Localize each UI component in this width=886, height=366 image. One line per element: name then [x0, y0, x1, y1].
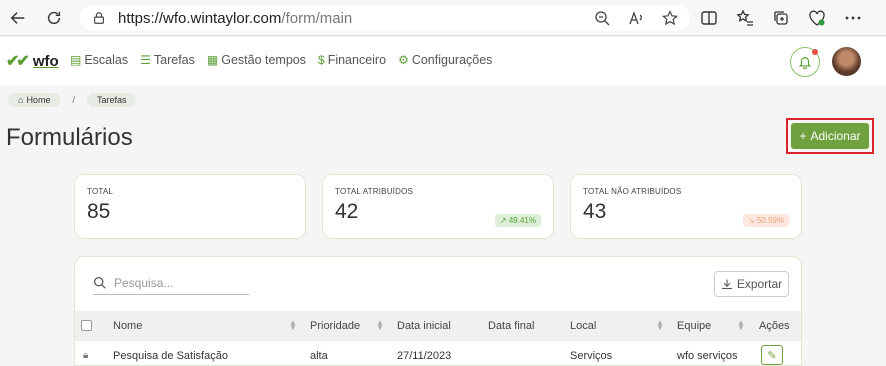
url-path: /form/main	[281, 9, 353, 27]
search-icon	[93, 276, 106, 289]
trend-badge-down: ↘ 50.59%	[742, 214, 789, 227]
stat-label: TOTAL NÃO ATRIBUÍDOS	[583, 187, 682, 196]
reload-icon	[47, 11, 61, 24]
list-icon: ☰	[140, 53, 151, 67]
menu-label: Financeiro	[327, 53, 387, 67]
sort-icon[interactable]: ▲ ▼	[737, 319, 745, 332]
browser-toolbar: https://wfo.wintaylor.com/form/main	[0, 0, 886, 36]
page-title: Formulários	[6, 124, 133, 151]
home-icon: ⌂	[18, 95, 24, 105]
stat-label: TOTAL ATRIBUÍDOS	[335, 187, 414, 196]
export-label: Exportar	[736, 277, 783, 291]
stat-card-atribuidos: TOTAL ATRIBUÍDOS 42 ↗ 49.41%	[322, 174, 554, 239]
breadcrumb-current[interactable]: Tarefas	[86, 93, 137, 107]
badge-value: 50.59%	[756, 216, 784, 225]
browser-essentials-icon[interactable]	[808, 9, 826, 27]
back-button[interactable]	[0, 0, 36, 36]
gear-icon: ⚙	[398, 53, 409, 67]
trend-badge-up: ↗ 49.41%	[494, 214, 541, 227]
favorites-icon[interactable]	[736, 9, 754, 27]
address-bar[interactable]: https://wfo.wintaylor.com/form/main	[80, 5, 690, 31]
url-host: https://wfo.wintaylor.com	[118, 9, 282, 27]
column-header-data-final[interactable]: Data final	[488, 320, 534, 332]
add-button[interactable]: + Adicionar	[791, 123, 869, 149]
menu-item-escalas[interactable]: ▤ Escalas	[70, 53, 128, 67]
zoom-icon[interactable]	[594, 10, 610, 26]
menu-label: Gestão tempos	[221, 53, 306, 67]
sort-icon[interactable]: ▲ ▼	[376, 319, 384, 332]
column-header-acoes: Ações	[759, 320, 790, 332]
lock-icon	[94, 12, 104, 24]
menu-label: Configurações	[411, 53, 493, 67]
trend-up-icon: ↗	[499, 216, 507, 225]
menu-label: Tarefas	[153, 53, 195, 67]
breadcrumb: ⌂ Home / Tarefas	[8, 93, 137, 107]
reload-button[interactable]	[36, 0, 72, 36]
column-header-local[interactable]: Local	[570, 320, 596, 332]
stat-value: 85	[87, 200, 111, 223]
sort-icon[interactable]: ▲ ▼	[289, 319, 297, 332]
more-options-icon[interactable]	[844, 9, 862, 27]
sort-icon[interactable]: ▲ ▼	[656, 319, 664, 332]
search-field[interactable]: Pesquisa...	[93, 271, 249, 295]
dollar-icon: $	[318, 53, 325, 67]
add-button-label: Adicionar	[810, 129, 861, 143]
trend-down-icon: ↘	[747, 216, 755, 225]
calculator-icon: ▦	[206, 53, 219, 67]
main-menu: ▤ Escalas ☰ Tarefas ▦ Gestão tempos $ Fi…	[70, 53, 492, 67]
stat-card-nao-atribuidos: TOTAL NÃO ATRIBUÍDOS 43 ↘ 50.59%	[570, 174, 802, 239]
export-button[interactable]: Exportar	[714, 271, 789, 297]
cell-data-inicial: 27/11/2023	[397, 350, 452, 362]
column-header-data-inicial[interactable]: Data inicial	[397, 320, 451, 332]
menu-item-tarefas[interactable]: ☰ Tarefas	[140, 53, 195, 67]
add-button-highlight: + Adicionar	[786, 118, 874, 154]
favorite-star-icon[interactable]	[662, 10, 678, 26]
logo-mark-icon: ✔✔	[6, 53, 30, 70]
logo-text: wfo	[32, 52, 59, 70]
forms-table-panel: Pesquisa... Exportar Nome ▲ ▼ Prioridade …	[74, 256, 802, 366]
stat-label: TOTAL	[87, 187, 114, 196]
column-header-prioridade[interactable]: Prioridade	[310, 320, 360, 332]
logo[interactable]: ✔✔ wfo	[6, 51, 59, 71]
menu-item-gestao-tempos[interactable]: ▦ Gestão tempos	[207, 53, 306, 67]
pencil-icon: ✎	[767, 349, 777, 362]
table-header: Nome ▲ ▼ Prioridade ▲ ▼ Data inicial Data …	[75, 311, 801, 341]
breadcrumb-separator: /	[72, 95, 75, 105]
app-header: ✔✔ wfo ▤ Escalas ☰ Tarefas ▦ Gestão temp…	[0, 37, 886, 87]
select-all-checkbox[interactable]	[81, 320, 92, 331]
column-header-nome[interactable]: Nome	[113, 320, 142, 332]
menu-label: Escalas	[84, 53, 129, 67]
calendar-icon: ▤	[70, 53, 82, 67]
read-aloud-icon[interactable]	[628, 10, 644, 26]
download-icon	[721, 279, 732, 290]
avatar[interactable]	[832, 47, 861, 76]
plus-icon: +	[799, 129, 807, 143]
badge-value: 49.41%	[508, 216, 536, 225]
lock-icon: 🔒︎	[83, 350, 89, 361]
bell-icon	[798, 57, 812, 69]
arrow-left-icon	[10, 11, 25, 24]
menu-item-financeiro[interactable]: $ Financeiro	[318, 53, 386, 67]
edit-button[interactable]: ✎	[761, 345, 783, 365]
breadcrumb-home-label: Home	[26, 95, 51, 105]
split-screen-icon[interactable]	[700, 9, 718, 27]
cell-local: Serviços	[570, 350, 613, 362]
cell-prioridade: alta	[310, 350, 328, 362]
collections-icon[interactable]	[772, 9, 790, 27]
notifications-button[interactable]	[790, 47, 820, 77]
table-row[interactable]: 🔒︎ Pesquisa de Satisfação alta 27/11/202…	[75, 343, 801, 365]
notification-dot	[812, 49, 818, 55]
search-placeholder: Pesquisa...	[114, 275, 174, 290]
cell-equipe: wfo serviços	[677, 350, 738, 362]
menu-item-configuracoes[interactable]: ⚙ Configurações	[398, 53, 492, 67]
breadcrumb-home[interactable]: ⌂ Home	[8, 93, 61, 107]
stat-card-total: TOTAL 85	[74, 174, 306, 239]
column-header-equipe[interactable]: Equipe	[677, 320, 711, 332]
cell-nome: Pesquisa de Satisfação	[113, 350, 228, 362]
